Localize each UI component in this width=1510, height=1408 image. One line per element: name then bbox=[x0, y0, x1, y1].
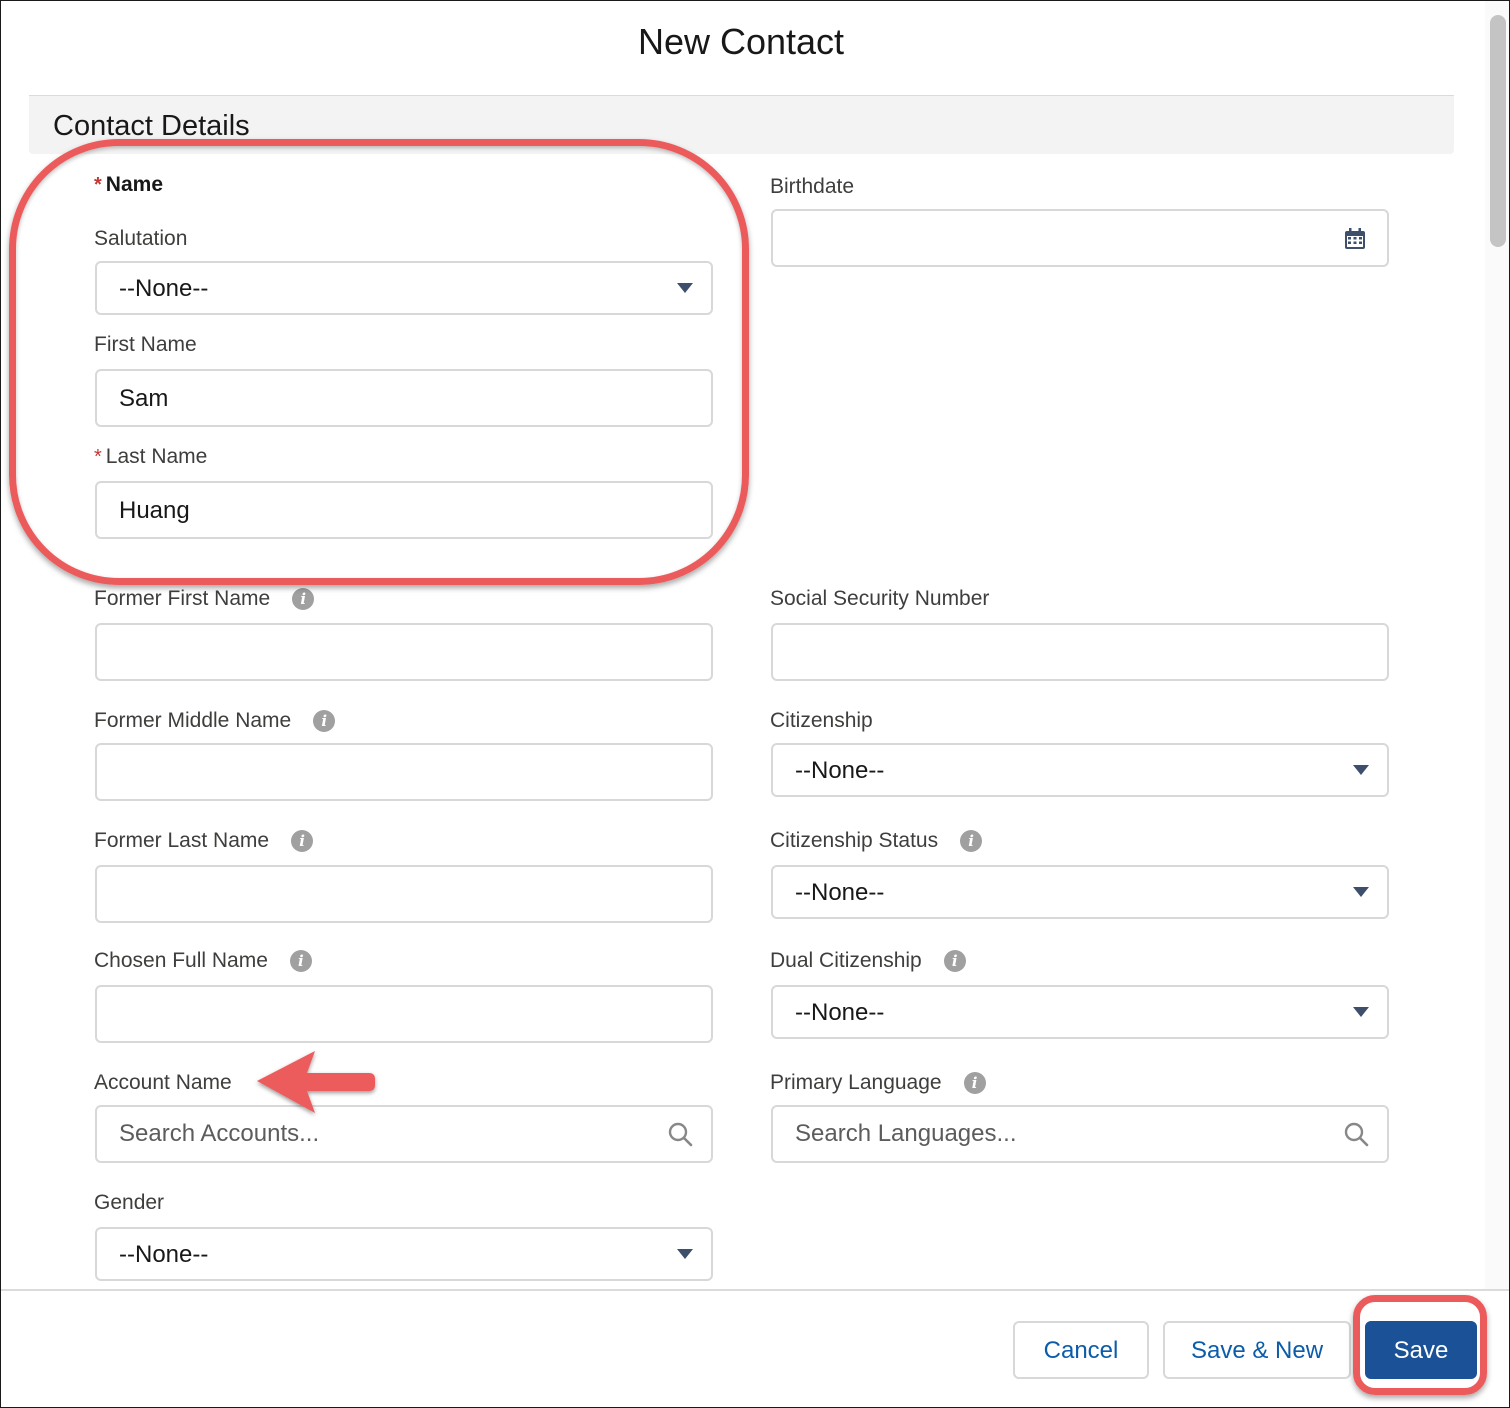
new-contact-modal: New Contact Contact Details * Name Salut… bbox=[0, 0, 1510, 1408]
save-button[interactable]: Save bbox=[1365, 1321, 1477, 1379]
annotation-arrow-icon bbox=[257, 1051, 375, 1113]
chevron-down-icon bbox=[677, 283, 693, 293]
dual-citizenship-label: Dual Citizenship i bbox=[770, 949, 966, 973]
scrollbar-thumb[interactable] bbox=[1490, 15, 1506, 247]
citizenship-select[interactable]: --None-- bbox=[771, 743, 1389, 797]
info-icon[interactable]: i bbox=[943, 950, 966, 972]
birthdate-label: Birthdate bbox=[770, 175, 855, 198]
last-name-label: * Last Name bbox=[94, 445, 208, 468]
search-icon bbox=[1344, 1122, 1369, 1147]
birthdate-input[interactable] bbox=[771, 209, 1389, 267]
ssn-input[interactable] bbox=[771, 623, 1389, 681]
salutation-select[interactable]: --None-- bbox=[95, 261, 713, 315]
info-icon[interactable]: i bbox=[291, 830, 314, 852]
info-icon[interactable]: i bbox=[960, 830, 983, 852]
calendar-icon[interactable] bbox=[1343, 227, 1367, 251]
save-and-new-button[interactable]: Save & New bbox=[1163, 1321, 1351, 1379]
former-middle-name-label: Former Middle Name i bbox=[94, 709, 336, 733]
last-name-input[interactable]: Huang bbox=[95, 481, 713, 539]
section-header-contact-details[interactable]: Contact Details bbox=[29, 95, 1454, 154]
primary-language-lookup[interactable]: Search Languages... bbox=[771, 1105, 1389, 1163]
section-title: Contact Details bbox=[53, 110, 250, 142]
chevron-down-icon bbox=[1353, 887, 1369, 897]
former-middle-name-input[interactable] bbox=[95, 743, 713, 801]
cancel-button[interactable]: Cancel bbox=[1013, 1321, 1149, 1379]
chosen-full-name-input[interactable] bbox=[95, 985, 713, 1043]
search-icon bbox=[668, 1122, 693, 1147]
ssn-label: Social Security Number bbox=[770, 587, 990, 610]
name-group-label: * Name bbox=[94, 173, 163, 196]
modal-title: New Contact bbox=[637, 21, 845, 62]
gender-select[interactable]: --None-- bbox=[95, 1227, 713, 1281]
former-first-name-input[interactable] bbox=[95, 623, 713, 681]
dual-citizenship-select[interactable]: --None-- bbox=[771, 985, 1389, 1039]
chevron-down-icon bbox=[1353, 765, 1369, 775]
former-last-name-input[interactable] bbox=[95, 865, 713, 923]
scrollbar[interactable] bbox=[1485, 1, 1509, 1289]
gender-label: Gender bbox=[94, 1191, 165, 1214]
former-last-name-label: Former Last Name i bbox=[94, 829, 314, 853]
account-name-lookup[interactable]: Search Accounts... bbox=[95, 1105, 713, 1163]
citizenship-label: Citizenship bbox=[770, 709, 873, 732]
primary-language-label: Primary Language i bbox=[770, 1071, 986, 1095]
citizenship-status-select[interactable]: --None-- bbox=[771, 865, 1389, 919]
info-icon[interactable]: i bbox=[292, 588, 315, 610]
info-icon[interactable]: i bbox=[313, 710, 336, 732]
chevron-down-icon bbox=[677, 1249, 693, 1259]
citizenship-status-label: Citizenship Status i bbox=[770, 829, 983, 853]
salutation-label: Salutation bbox=[94, 227, 188, 250]
former-first-name-label: Former First Name i bbox=[94, 587, 315, 611]
chosen-full-name-label: Chosen Full Name i bbox=[94, 949, 312, 973]
first-name-input[interactable]: Sam bbox=[95, 369, 713, 427]
info-icon[interactable]: i bbox=[289, 950, 312, 972]
first-name-label: First Name bbox=[94, 333, 197, 356]
info-icon[interactable]: i bbox=[963, 1072, 986, 1094]
account-name-label: Account Name bbox=[94, 1071, 232, 1094]
chevron-down-icon bbox=[1353, 1007, 1369, 1017]
